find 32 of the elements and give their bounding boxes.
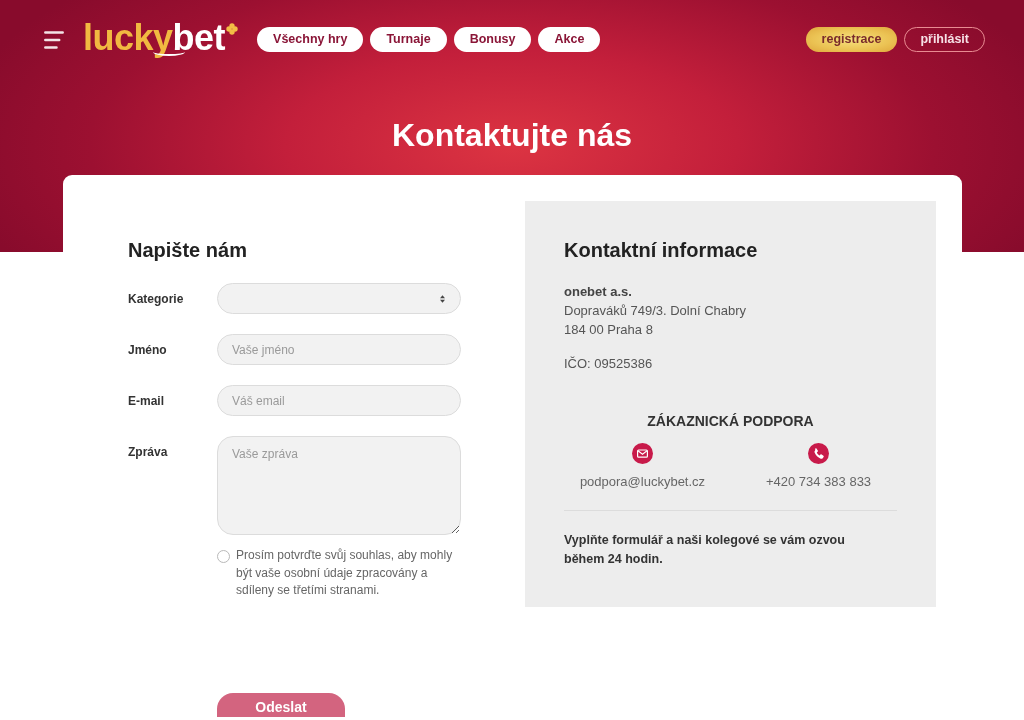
company-name: onebet a.s. xyxy=(564,282,633,301)
field-label: Jméno xyxy=(128,342,168,359)
company-id: IČO: 09525386 xyxy=(564,354,654,373)
sort-icon xyxy=(439,293,446,304)
name-field[interactable]: Vaše jméno xyxy=(217,334,461,365)
nav-button[interactable]: Turnaje xyxy=(370,27,447,52)
nav-button[interactable]: Akce xyxy=(538,27,601,52)
email-address: podpora@luckybet.cz xyxy=(579,472,706,491)
email-field[interactable]: Váš email xyxy=(217,385,461,416)
field-label: Zpráva xyxy=(128,444,169,461)
field-label: E-mail xyxy=(128,393,165,410)
nav-button[interactable]: Bonusy xyxy=(453,27,532,52)
form-title: Napište nám xyxy=(128,238,248,262)
mail-icon xyxy=(632,443,653,464)
nav-button[interactable]: Všechny hry xyxy=(257,27,364,52)
consent-checkbox[interactable] xyxy=(217,550,230,563)
section-title: Kontaktní informace xyxy=(564,238,759,262)
note-text: Vyplňte formulář a naši kolegové se vám ozvou během 24 hodin. xyxy=(564,532,846,568)
field-label: Kategorie xyxy=(128,291,185,308)
support-title: ZÁKAZNICKÁ PODPORA xyxy=(646,412,815,431)
message-field[interactable]: Vaše zpráva xyxy=(217,436,461,535)
logo[interactable]: luckybet xyxy=(83,17,226,58)
consent-text: Prosím potvrďte svůj souhlas, aby mohly být vaše osobní údaje zpracovány a sdíleny se třetími stranami. xyxy=(236,547,454,599)
menu-icon[interactable] xyxy=(44,29,64,50)
page-title: Kontaktujte nás xyxy=(391,116,633,154)
phone-icon xyxy=(808,443,829,464)
select-field[interactable] xyxy=(217,283,461,314)
address-line: 184 00 Praha 8 xyxy=(564,320,654,339)
phone-number: +420 734 383 833 xyxy=(765,472,872,491)
register-button[interactable]: registrace xyxy=(805,27,898,52)
flower-icon xyxy=(226,22,239,35)
address-line: Dopraváků 749/3. Dolní Chabry xyxy=(564,301,748,320)
